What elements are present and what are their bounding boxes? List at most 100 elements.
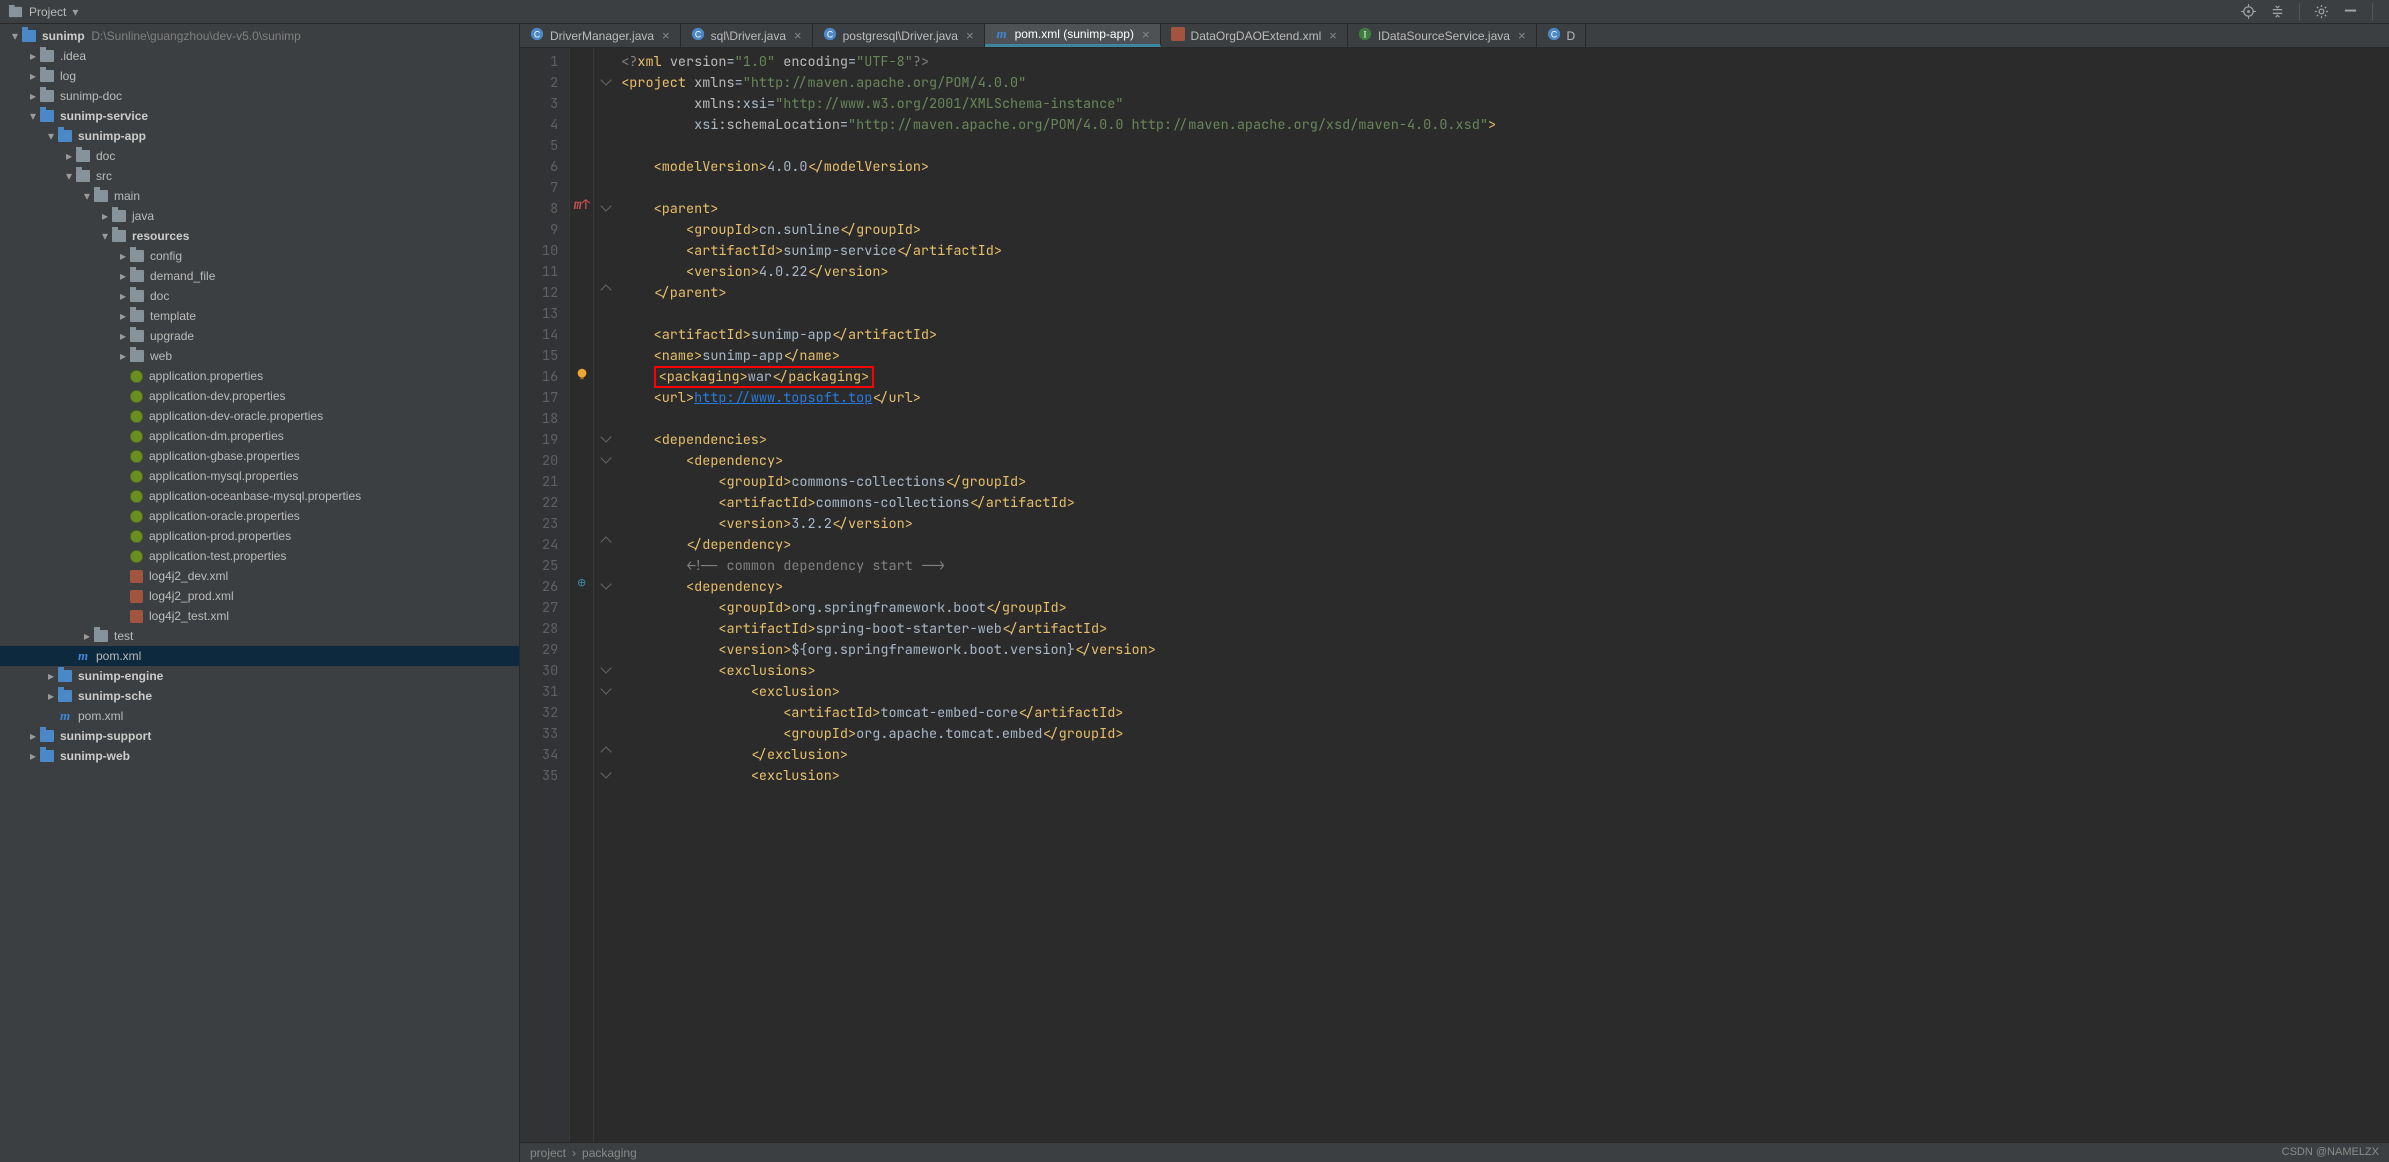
code-line[interactable]: <groupId>cn.sunline</groupId> <box>621 220 2389 241</box>
code-line[interactable]: <groupId>org.springframework.boot</group… <box>621 598 2389 619</box>
close-icon[interactable]: × <box>1518 28 1526 43</box>
fold-toggle-icon[interactable] <box>600 452 611 463</box>
tree-item[interactable]: application-dev.properties <box>0 386 519 406</box>
tree-item[interactable]: ▸ .idea <box>0 46 519 66</box>
tree-item[interactable]: ▸ upgrade <box>0 326 519 346</box>
fold-toggle-icon[interactable] <box>600 536 611 547</box>
code-line[interactable]: <packaging>war</packaging> <box>621 367 2389 388</box>
code-line[interactable]: </exclusion> <box>621 745 2389 766</box>
close-icon[interactable]: × <box>966 28 974 43</box>
code-line[interactable]: <name>sunimp-app</name> <box>621 346 2389 367</box>
tree-arrow-icon[interactable]: ▸ <box>44 689 58 703</box>
editor-tab[interactable]: C sql\Driver.java × <box>681 24 813 47</box>
tree-arrow-icon[interactable]: ▾ <box>62 169 76 183</box>
editor-tab[interactable]: C postgresql\Driver.java × <box>813 24 985 47</box>
code-line[interactable]: <dependency> <box>621 577 2389 598</box>
tree-item[interactable]: application.properties <box>0 366 519 386</box>
tree-item[interactable]: ▸ test <box>0 626 519 646</box>
code-line[interactable] <box>621 409 2389 430</box>
tree-arrow-icon[interactable]: ▸ <box>98 209 112 223</box>
tree-arrow-icon[interactable]: ▸ <box>26 89 40 103</box>
close-icon[interactable]: × <box>1142 27 1150 42</box>
tree-item[interactable]: ▸ sunimp-doc <box>0 86 519 106</box>
code-line[interactable]: <artifactId>tomcat-embed-core</artifactI… <box>621 703 2389 724</box>
code-line[interactable]: xsi:schemaLocation="http://maven.apache.… <box>621 115 2389 136</box>
breadcrumb-item[interactable]: project <box>530 1146 566 1160</box>
fold-toggle-icon[interactable] <box>600 578 611 589</box>
tree-item[interactable]: log4j2_test.xml <box>0 606 519 626</box>
tree-arrow-icon[interactable]: ▸ <box>26 749 40 763</box>
tree-item[interactable]: ▾ sunimp D:\Sunline\guangzhou\dev-v5.0\s… <box>0 26 519 46</box>
tree-item[interactable]: log4j2_dev.xml <box>0 566 519 586</box>
tree-item[interactable]: application-gbase.properties <box>0 446 519 466</box>
tree-arrow-icon[interactable]: ▸ <box>116 309 130 323</box>
tree-arrow-icon[interactable]: ▸ <box>44 669 58 683</box>
tree-item[interactable]: application-mysql.properties <box>0 466 519 486</box>
tree-item[interactable]: ▾ resources <box>0 226 519 246</box>
code-line[interactable]: <!-- common dependency start --> <box>621 556 2389 577</box>
tree-item[interactable]: ▸ sunimp-engine <box>0 666 519 686</box>
code-line[interactable]: <parent> <box>621 199 2389 220</box>
code-line[interactable]: <dependencies> <box>621 430 2389 451</box>
code-line[interactable]: <version>4.0.22</version> <box>621 262 2389 283</box>
tree-item[interactable]: ▸ demand_file <box>0 266 519 286</box>
tree-arrow-icon[interactable]: ▸ <box>62 149 76 163</box>
locate-icon[interactable] <box>2241 4 2256 19</box>
code-line[interactable]: <artifactId>commons-collections</artifac… <box>621 493 2389 514</box>
tree-item[interactable]: ▾ main <box>0 186 519 206</box>
tree-item[interactable]: ▸ log <box>0 66 519 86</box>
code-line[interactable]: <url>http://www.topsoft.top</url> <box>621 388 2389 409</box>
tree-item[interactable]: ▸ sunimp-sche <box>0 686 519 706</box>
tree-arrow-icon[interactable]: ▾ <box>26 109 40 123</box>
fold-column[interactable] <box>593 48 617 1142</box>
tree-arrow-icon[interactable]: ▸ <box>116 329 130 343</box>
breadcrumb-item[interactable]: packaging <box>582 1146 637 1160</box>
fold-toggle-icon[interactable] <box>600 284 611 295</box>
fold-toggle-icon[interactable] <box>600 683 611 694</box>
tree-item[interactable]: ▸ java <box>0 206 519 226</box>
code-line[interactable]: <artifactId>sunimp-service</artifactId> <box>621 241 2389 262</box>
fold-toggle-icon[interactable] <box>600 200 611 211</box>
code-line[interactable]: <groupId>commons-collections</groupId> <box>621 472 2389 493</box>
close-icon[interactable]: × <box>662 28 670 43</box>
editor-tab[interactable]: m pom.xml (sunimp-app) × <box>985 24 1161 47</box>
tree-item[interactable]: ▸ config <box>0 246 519 266</box>
tree-arrow-icon[interactable]: ▸ <box>80 629 94 643</box>
collapse-all-icon[interactable] <box>2270 4 2285 19</box>
code-line[interactable]: <dependency> <box>621 451 2389 472</box>
code-line[interactable]: <modelVersion>4.0.0</modelVersion> <box>621 157 2389 178</box>
code-area[interactable]: <?xml version="1.0" encoding="UTF-8"?><p… <box>617 48 2389 1142</box>
code-line[interactable]: <?xml version="1.0" encoding="UTF-8"?> <box>621 52 2389 73</box>
tree-arrow-icon[interactable]: ▾ <box>98 229 112 243</box>
code-line[interactable]: <version>3.2.2</version> <box>621 514 2389 535</box>
tree-item[interactable]: ▸ sunimp-web <box>0 746 519 766</box>
project-tool-label[interactable]: Project <box>29 5 66 19</box>
tree-arrow-icon[interactable]: ▾ <box>8 29 22 43</box>
close-icon[interactable]: × <box>1329 28 1337 43</box>
tree-item[interactable]: ▸ sunimp-support <box>0 726 519 746</box>
tree-item[interactable]: ▸ template <box>0 306 519 326</box>
tree-item[interactable]: m pom.xml <box>0 706 519 726</box>
fold-toggle-icon[interactable] <box>600 746 611 757</box>
tree-arrow-icon[interactable]: ▸ <box>26 729 40 743</box>
editor-tab[interactable]: I IDataSourceService.java × <box>1348 24 1537 47</box>
tree-arrow-icon[interactable]: ▾ <box>80 189 94 203</box>
code-editor[interactable]: 1234567891011121314151617181920212223242… <box>520 48 2389 1142</box>
tree-item[interactable]: ▸ web <box>0 346 519 366</box>
code-line[interactable]: <project xmlns="http://maven.apache.org/… <box>621 73 2389 94</box>
code-line[interactable]: <version>${org.springframework.boot.vers… <box>621 640 2389 661</box>
code-line[interactable]: <exclusions> <box>621 661 2389 682</box>
tree-arrow-icon[interactable]: ▸ <box>116 349 130 363</box>
editor-tab[interactable]: DataOrgDAOExtend.xml × <box>1161 24 1348 47</box>
hide-icon[interactable] <box>2343 4 2358 19</box>
intention-bulb-icon[interactable] <box>575 367 589 381</box>
tree-arrow-icon[interactable]: ▸ <box>26 69 40 83</box>
gutter-marker[interactable] <box>570 363 593 384</box>
fold-toggle-icon[interactable] <box>600 767 611 778</box>
tree-item[interactable]: m pom.xml <box>0 646 519 666</box>
code-line[interactable]: <exclusion> <box>621 682 2389 703</box>
project-tree[interactable]: ▾ sunimp D:\Sunline\guangzhou\dev-v5.0\s… <box>0 24 520 1162</box>
tree-item[interactable]: application-oracle.properties <box>0 506 519 526</box>
fold-toggle-icon[interactable] <box>600 74 611 85</box>
fold-toggle-icon[interactable] <box>600 662 611 673</box>
